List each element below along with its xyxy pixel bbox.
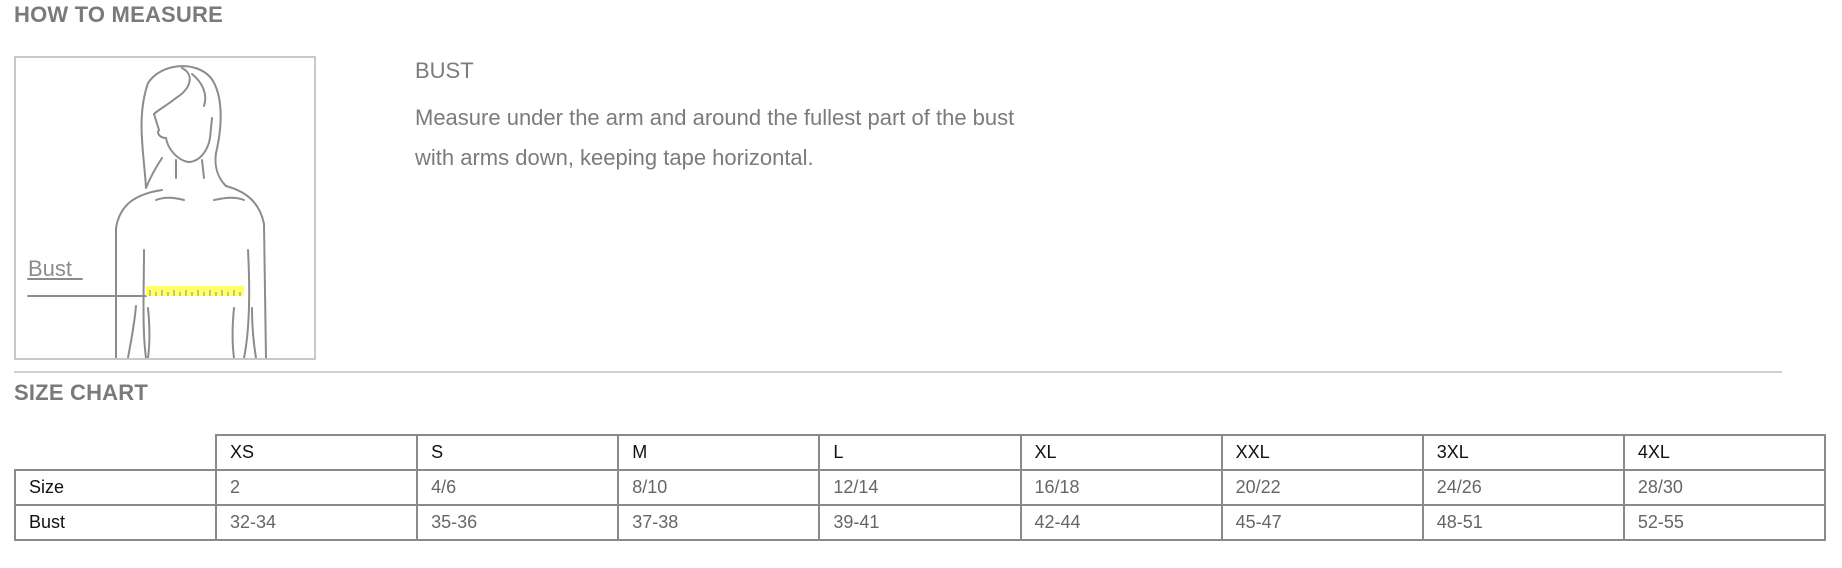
table-cell: 52-55	[1622, 504, 1827, 541]
table-cell: 35-36	[416, 504, 620, 541]
female-torso-bust-diagram-icon: Bust	[27, 65, 267, 358]
table-cell: 48-51	[1421, 504, 1625, 541]
bust-measure-figure: Bust	[14, 56, 316, 360]
size-chart-title: SIZE CHART	[14, 380, 148, 405]
figure-bust-label: Bust	[28, 256, 72, 281]
table-cell: 16/18	[1019, 469, 1223, 506]
column-header: 4XL	[1622, 434, 1827, 471]
table-cell: 2	[214, 469, 419, 506]
measure-description: Measure under the arm and around the ful…	[415, 105, 1015, 170]
column-header: L	[818, 434, 1022, 471]
table-cell: 4/6	[416, 469, 620, 506]
table-cell: 20/22	[1220, 469, 1424, 506]
measure-instructions: BUST Measure under the arm and around th…	[415, 58, 1055, 178]
table-header-row: XS S M L XL XXL 3XL 4XL	[15, 434, 1827, 471]
measure-heading: BUST	[415, 58, 474, 83]
table-cell: 37-38	[617, 504, 821, 541]
size-guide-page: HOW TO MEASURE Bust BUST Measure under t…	[0, 0, 1842, 568]
table-row: Bust 32-34 35-36 37-38 39-41 42-44 45-47…	[14, 504, 1827, 541]
table-row: Size 2 4/6 8/10 12/14 16/18 20/22 24/26 …	[14, 469, 1827, 506]
column-header: XL	[1019, 434, 1223, 471]
table-cell: 12/14	[818, 469, 1022, 506]
measuring-tape	[146, 286, 244, 296]
table-cell: 45-47	[1220, 504, 1424, 541]
row-label: Size	[14, 469, 217, 506]
column-header: S	[416, 434, 620, 471]
size-chart-table: XS S M L XL XXL 3XL 4XL Size 2 4/6 8/10 …	[14, 434, 1827, 541]
table-cell: 28/30	[1622, 469, 1827, 506]
column-header: XS	[214, 434, 419, 471]
how-to-measure-title: HOW TO MEASURE	[14, 2, 223, 27]
table-cell: 42-44	[1019, 504, 1223, 541]
section-divider	[14, 371, 1782, 373]
table-cell: 24/26	[1421, 469, 1625, 506]
table-cell: 8/10	[617, 469, 821, 506]
column-header: XXL	[1220, 434, 1424, 471]
column-header: M	[617, 434, 821, 471]
table-corner-cell	[15, 435, 217, 471]
column-header: 3XL	[1421, 434, 1625, 471]
table-cell: 32-34	[214, 504, 419, 541]
table-cell: 39-41	[818, 504, 1022, 541]
row-label: Bust	[14, 504, 217, 541]
